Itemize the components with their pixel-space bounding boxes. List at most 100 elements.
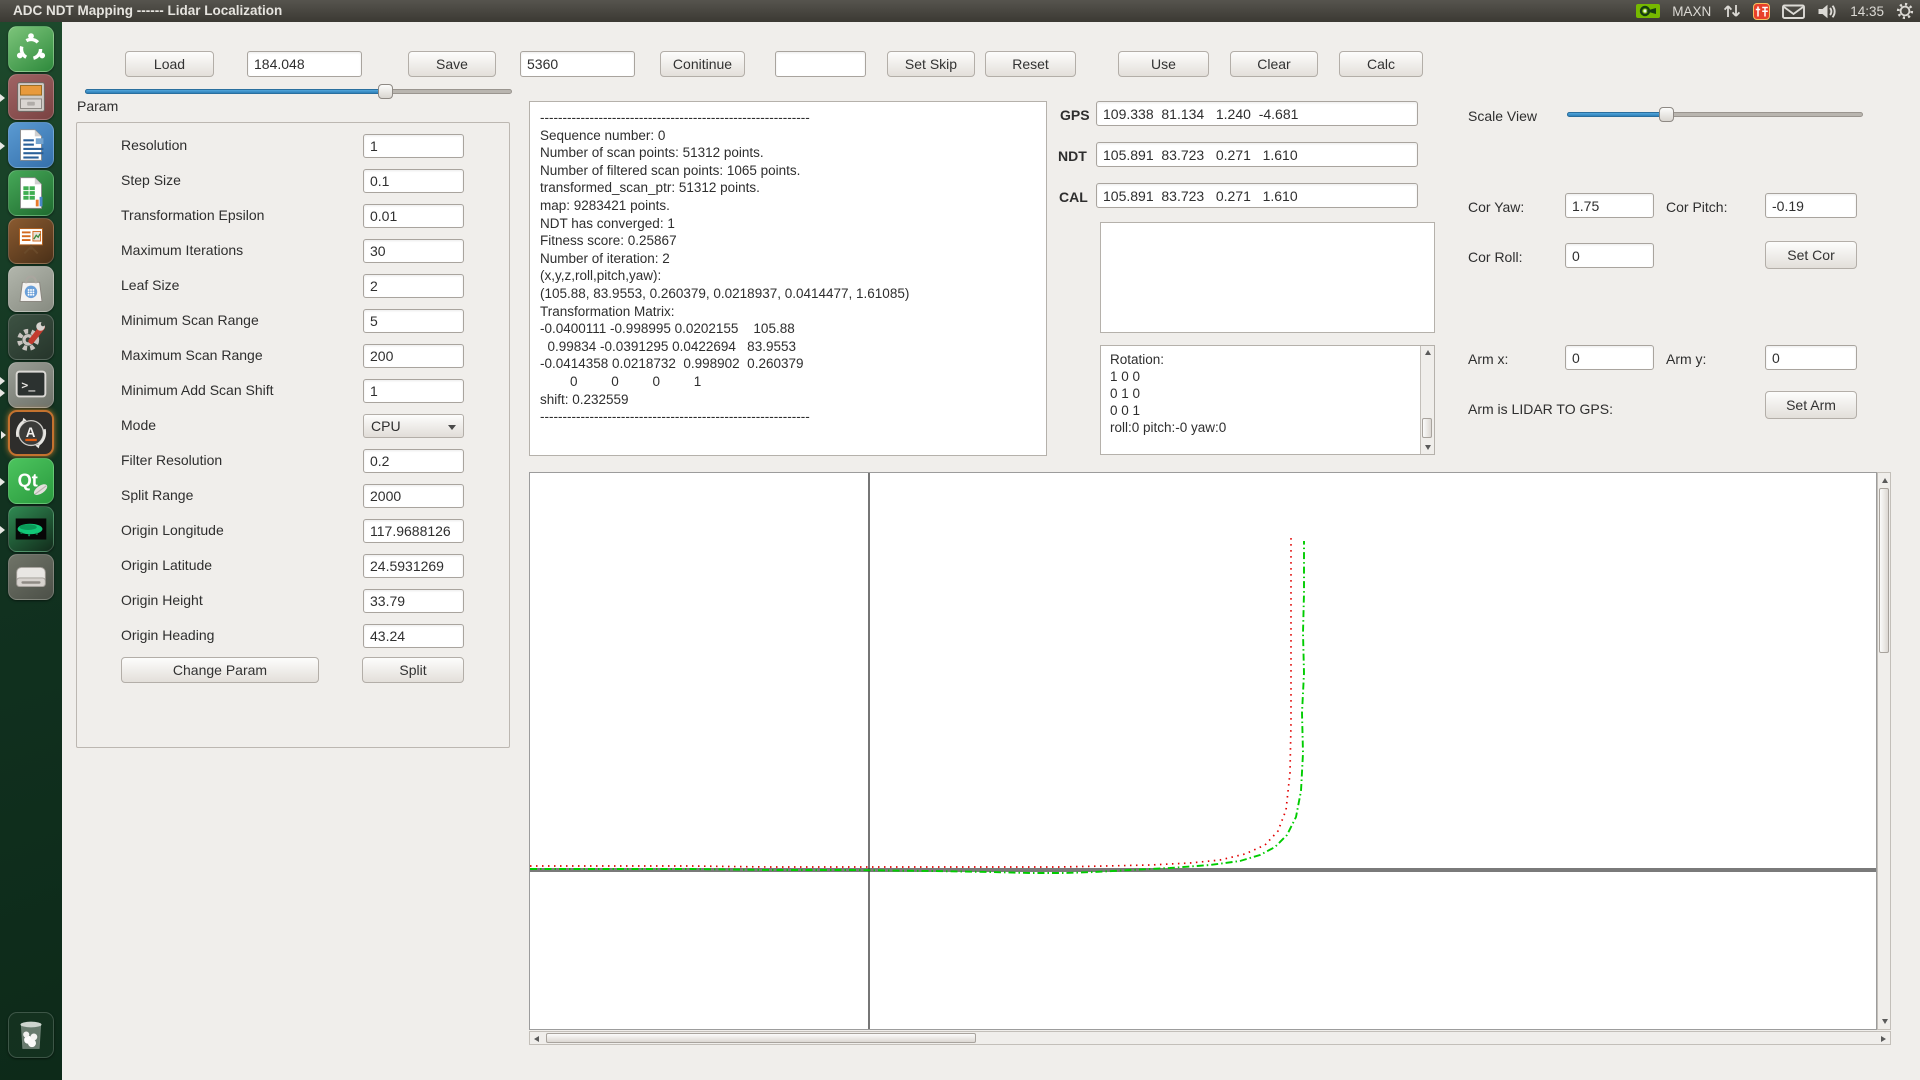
cal-pose-field[interactable] xyxy=(1096,183,1418,208)
dock-item-file-manager[interactable] xyxy=(8,74,54,120)
cor-roll-field[interactable] xyxy=(1565,243,1654,268)
plot-vscrollbar[interactable] xyxy=(1877,472,1891,1030)
param-field-origin-latitude[interactable] xyxy=(363,554,464,578)
clear-button[interactable]: Clear xyxy=(1230,51,1318,77)
param-label-origin-height: Origin Height xyxy=(121,592,203,608)
plot-hscrollbar[interactable] xyxy=(529,1031,1891,1045)
gps-trajectory-path xyxy=(530,536,1291,867)
reset-button[interactable]: Reset xyxy=(985,51,1076,77)
param-label-leaf-size: Leaf Size xyxy=(121,277,179,293)
ndt-log-pane[interactable]: ----------------------------------------… xyxy=(529,101,1047,456)
param-field-origin-longitude[interactable] xyxy=(363,519,464,543)
param-label-minimum-add-scan-shift: Minimum Add Scan Shift xyxy=(121,382,274,398)
gpu-mode-label[interactable]: MAXN xyxy=(1672,4,1711,19)
updown-arrows-icon[interactable] xyxy=(1723,3,1741,19)
scale-view-handle[interactable] xyxy=(1659,107,1674,122)
cor-yaw-field[interactable] xyxy=(1565,193,1654,218)
param-field-transformation-epsilon[interactable] xyxy=(363,204,464,228)
arm-x-field[interactable] xyxy=(1565,345,1654,370)
param-field-minimum-scan-range[interactable] xyxy=(363,309,464,333)
frame-slider[interactable] xyxy=(85,84,512,98)
dock-item-system-settings[interactable] xyxy=(8,314,54,360)
param-group-title: Param xyxy=(77,98,118,114)
set-cor-button[interactable]: Set Cor xyxy=(1765,241,1857,269)
nvidia-icon[interactable] xyxy=(1636,3,1660,19)
rotation-scroll-up-icon[interactable] xyxy=(1425,350,1431,355)
param-field-minimum-add-scan-shift[interactable] xyxy=(363,379,464,403)
trajectory-plot-canvas[interactable] xyxy=(529,472,1877,1030)
dock-item-libreoffice-impress[interactable] xyxy=(8,218,54,264)
frame-slider-fill xyxy=(85,89,385,94)
rotation-scroll-thumb[interactable] xyxy=(1422,418,1432,438)
cor-pitch-label: Cor Pitch: xyxy=(1666,199,1727,215)
param-field-origin-heading[interactable] xyxy=(363,624,464,648)
param-field-resolution[interactable] xyxy=(363,134,464,158)
running-indicator-icon xyxy=(0,389,5,397)
launcher-dock: >_AQt xyxy=(0,22,62,1080)
set-skip-button[interactable]: Set Skip xyxy=(887,51,975,77)
ndt-trajectory-path xyxy=(530,541,1304,873)
dock-item-terminal[interactable]: >_ xyxy=(8,362,54,408)
arm-y-label: Arm y: xyxy=(1666,351,1706,367)
chevron-down-icon xyxy=(448,425,456,430)
param-field-maximum-iterations[interactable] xyxy=(363,239,464,263)
rotation-scroll-down-icon[interactable] xyxy=(1425,445,1431,450)
continue-value-field[interactable] xyxy=(775,51,866,77)
plot-scroll-down-icon[interactable] xyxy=(1882,1019,1888,1024)
plot-hscroll-thumb[interactable] xyxy=(546,1033,976,1043)
load-button[interactable]: Load xyxy=(125,51,214,77)
param-field-maximum-scan-range[interactable] xyxy=(363,344,464,368)
ndt-pose-field[interactable] xyxy=(1096,142,1418,167)
plot-scroll-right-icon[interactable] xyxy=(1881,1036,1886,1042)
clock-label[interactable]: 14:35 xyxy=(1850,4,1884,19)
mail-icon[interactable] xyxy=(1782,3,1805,20)
scale-view-slider[interactable] xyxy=(1567,107,1863,121)
load-value-field[interactable] xyxy=(247,51,362,77)
dock-item-qt-creator[interactable]: Qt xyxy=(8,458,54,504)
dock-item-disk-utility[interactable] xyxy=(8,554,54,600)
gps-pose-field[interactable] xyxy=(1096,101,1418,126)
cor-pitch-field[interactable] xyxy=(1765,193,1857,218)
lidar-viewer-icon xyxy=(9,507,53,551)
change-param-button[interactable]: Change Param xyxy=(121,657,319,683)
save-value-field[interactable] xyxy=(520,51,635,77)
pinyin-input-icon[interactable] xyxy=(1753,3,1770,20)
continue-button[interactable]: Conitinue xyxy=(660,51,745,77)
param-field-filter-resolution[interactable] xyxy=(363,449,464,473)
param-field-split-range[interactable] xyxy=(363,484,464,508)
set-arm-button[interactable]: Set Arm xyxy=(1765,391,1857,419)
rotation-scrollbar[interactable] xyxy=(1420,346,1434,454)
param-mode-select[interactable]: CPU xyxy=(363,414,464,438)
split-button[interactable]: Split xyxy=(362,657,464,683)
dock-item-libreoffice-calc[interactable] xyxy=(8,170,54,216)
top-panel: ADC NDT Mapping ------ Lidar Localizatio… xyxy=(0,0,1920,22)
info-empty-pane[interactable] xyxy=(1100,222,1435,333)
volume-icon[interactable] xyxy=(1817,3,1838,20)
dock-item-libreoffice-writer[interactable] xyxy=(8,122,54,168)
param-label-mode: Mode xyxy=(121,417,156,433)
scale-view-label: Scale View xyxy=(1468,108,1537,124)
save-button[interactable]: Save xyxy=(408,51,496,77)
param-field-origin-height[interactable] xyxy=(363,589,464,613)
rotation-pane[interactable]: Rotation: 1 0 0 0 1 0 0 0 1 roll:0 pitch… xyxy=(1100,345,1435,455)
dock-item-ubuntu-software[interactable] xyxy=(8,266,54,312)
param-field-leaf-size[interactable] xyxy=(363,274,464,298)
session-gear-icon[interactable] xyxy=(1896,2,1914,20)
dock-item-adc-ndt-app[interactable]: A xyxy=(8,410,54,456)
qt-creator-icon: Qt xyxy=(9,459,53,503)
param-group: ResolutionStep SizeTransformation Epsilo… xyxy=(76,122,510,748)
plot-vscroll-thumb[interactable] xyxy=(1879,488,1889,653)
param-label-origin-latitude: Origin Latitude xyxy=(121,557,212,573)
dock-item-lidar-viewer[interactable] xyxy=(8,506,54,552)
use-button[interactable]: Use xyxy=(1118,51,1209,77)
calc-button[interactable]: Calc xyxy=(1339,51,1423,77)
param-field-step-size[interactable] xyxy=(363,169,464,193)
frame-slider-handle[interactable] xyxy=(378,84,393,99)
arm-y-field[interactable] xyxy=(1765,345,1857,370)
dock-item-trash[interactable] xyxy=(8,1012,54,1058)
plot-scroll-up-icon[interactable] xyxy=(1882,478,1888,483)
running-indicator-icon xyxy=(0,94,5,102)
dock-item-ubuntu-dash[interactable] xyxy=(8,26,54,72)
window-title: ADC NDT Mapping ------ Lidar Localizatio… xyxy=(13,0,282,22)
plot-scroll-left-icon[interactable] xyxy=(534,1036,539,1042)
